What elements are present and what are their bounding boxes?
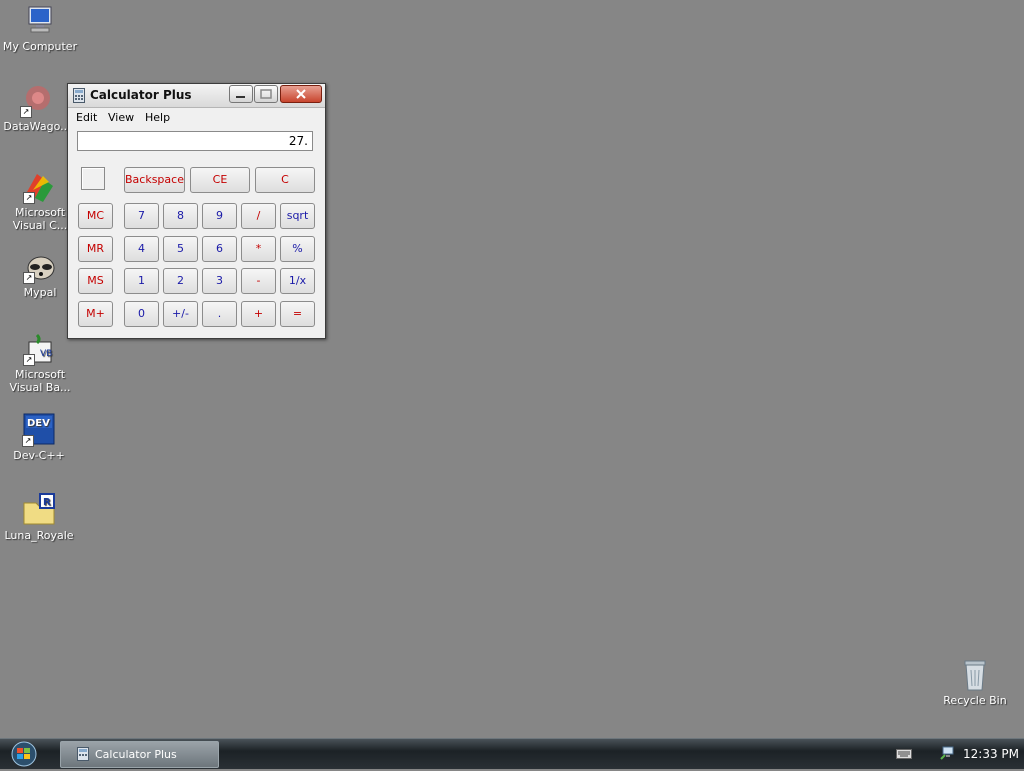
square-root-button[interactable]: sqrt bbox=[280, 203, 315, 229]
digit-1-button[interactable]: 1 bbox=[124, 268, 159, 294]
digit-7-button[interactable]: 7 bbox=[124, 203, 159, 229]
divide-button[interactable]: / bbox=[241, 203, 276, 229]
calculator-display: 27. bbox=[77, 131, 313, 151]
desktop-icon-datawagon[interactable]: ↗ DataWago... bbox=[0, 84, 76, 133]
menu-help[interactable]: Help bbox=[145, 111, 170, 124]
window-title: Calculator Plus bbox=[90, 88, 192, 102]
desktop-icon-label: Recycle Bin bbox=[943, 694, 1007, 707]
memory-clear-button[interactable]: MC bbox=[78, 203, 113, 229]
memory-recall-button[interactable]: MR bbox=[78, 236, 113, 262]
clear-button[interactable]: C bbox=[255, 167, 315, 193]
digit-8-button[interactable]: 8 bbox=[163, 203, 198, 229]
memory-store-button[interactable]: MS bbox=[78, 268, 113, 294]
svg-text:R: R bbox=[43, 497, 51, 508]
calculator-icon bbox=[77, 747, 89, 761]
start-button[interactable] bbox=[6, 741, 42, 767]
mypal-icon: ↗ bbox=[23, 250, 57, 284]
digit-5-button[interactable]: 5 bbox=[163, 236, 198, 262]
recycle-bin-icon bbox=[958, 658, 992, 692]
windows-logo-icon bbox=[11, 741, 37, 767]
shortcut-arrow-icon: ↗ bbox=[20, 106, 32, 118]
sign-toggle-button[interactable]: +/- bbox=[163, 301, 198, 327]
maximize-icon bbox=[260, 89, 272, 99]
visual-basic-icon: VB ↗ bbox=[23, 332, 57, 366]
title-bar[interactable]: Calculator Plus bbox=[68, 84, 325, 108]
desktop-icon-dev-cpp[interactable]: DEV ↗ Dev-C++ bbox=[0, 413, 78, 462]
desktop-icon-my-computer[interactable]: My Computer bbox=[1, 4, 79, 53]
equals-button[interactable]: = bbox=[280, 301, 315, 327]
multiply-button[interactable]: * bbox=[241, 236, 276, 262]
shortcut-arrow-icon: ↗ bbox=[23, 192, 35, 204]
shortcut-arrow-icon: ↗ bbox=[22, 435, 34, 447]
datawagon-icon: ↗ bbox=[20, 84, 54, 118]
digit-3-button[interactable]: 3 bbox=[202, 268, 237, 294]
clear-entry-button[interactable]: CE bbox=[190, 167, 250, 193]
taskbar-item-calculator[interactable]: Calculator Plus bbox=[60, 741, 219, 768]
memory-indicator bbox=[81, 167, 105, 190]
calculator-window: Calculator Plus Edit View Help 27. Backs… bbox=[67, 83, 326, 339]
memory-add-button[interactable]: M+ bbox=[78, 301, 113, 327]
svg-text:VB: VB bbox=[40, 349, 52, 359]
keyboard-icon[interactable] bbox=[896, 749, 912, 759]
reciprocal-button[interactable]: 1/x bbox=[280, 268, 315, 294]
desktop-icon-label: Dev-C++ bbox=[13, 449, 65, 462]
menu-view[interactable]: View bbox=[108, 111, 134, 124]
percent-button[interactable]: % bbox=[280, 236, 315, 262]
desktop-icon-visual-basic[interactable]: VB ↗ Microsoft Visual Ba... bbox=[1, 332, 79, 394]
desktop-icon-label: My Computer bbox=[2, 40, 78, 53]
subtract-button[interactable]: - bbox=[241, 268, 276, 294]
close-icon bbox=[296, 89, 306, 99]
digit-4-button[interactable]: 4 bbox=[124, 236, 159, 262]
close-button[interactable] bbox=[280, 85, 322, 103]
digit-6-button[interactable]: 6 bbox=[202, 236, 237, 262]
minimize-button[interactable] bbox=[229, 85, 253, 103]
desktop-icon-label: Microsoft Visual Ba... bbox=[9, 368, 71, 394]
taskbar: Calculator Plus 12:33 PM bbox=[0, 738, 1024, 769]
digit-9-button[interactable]: 9 bbox=[202, 203, 237, 229]
my-computer-icon bbox=[23, 4, 57, 38]
desktop-icon-recycle-bin[interactable]: Recycle Bin bbox=[936, 658, 1014, 707]
maximize-button[interactable] bbox=[254, 85, 278, 103]
desktop-icon-label: Luna_Royale bbox=[4, 529, 74, 542]
clock[interactable]: 12:33 PM bbox=[963, 747, 1019, 761]
taskbar-item-label: Calculator Plus bbox=[95, 748, 177, 761]
desktop-icon-label: DataWago... bbox=[3, 120, 71, 133]
menu-bar: Edit View Help bbox=[68, 108, 325, 126]
minimize-icon bbox=[236, 96, 245, 98]
dev-cpp-icon: DEV ↗ bbox=[22, 413, 56, 447]
svg-text:DEV: DEV bbox=[27, 418, 50, 429]
shortcut-arrow-icon: ↗ bbox=[23, 354, 35, 366]
menu-edit[interactable]: Edit bbox=[76, 111, 97, 124]
add-button[interactable]: + bbox=[241, 301, 276, 327]
shortcut-arrow-icon: ↗ bbox=[23, 272, 35, 284]
network-icon[interactable] bbox=[940, 745, 956, 761]
desktop-icon-luna-royale[interactable]: R Luna_Royale bbox=[0, 493, 78, 542]
digit-2-button[interactable]: 2 bbox=[163, 268, 198, 294]
calculator-icon bbox=[73, 88, 85, 103]
luna-royale-icon: R bbox=[22, 493, 56, 527]
visual-cpp-icon: ↗ bbox=[23, 170, 57, 204]
digit-0-button[interactable]: 0 bbox=[124, 301, 159, 327]
decimal-point-button[interactable]: . bbox=[202, 301, 237, 327]
backspace-button[interactable]: Backspace bbox=[124, 167, 185, 193]
